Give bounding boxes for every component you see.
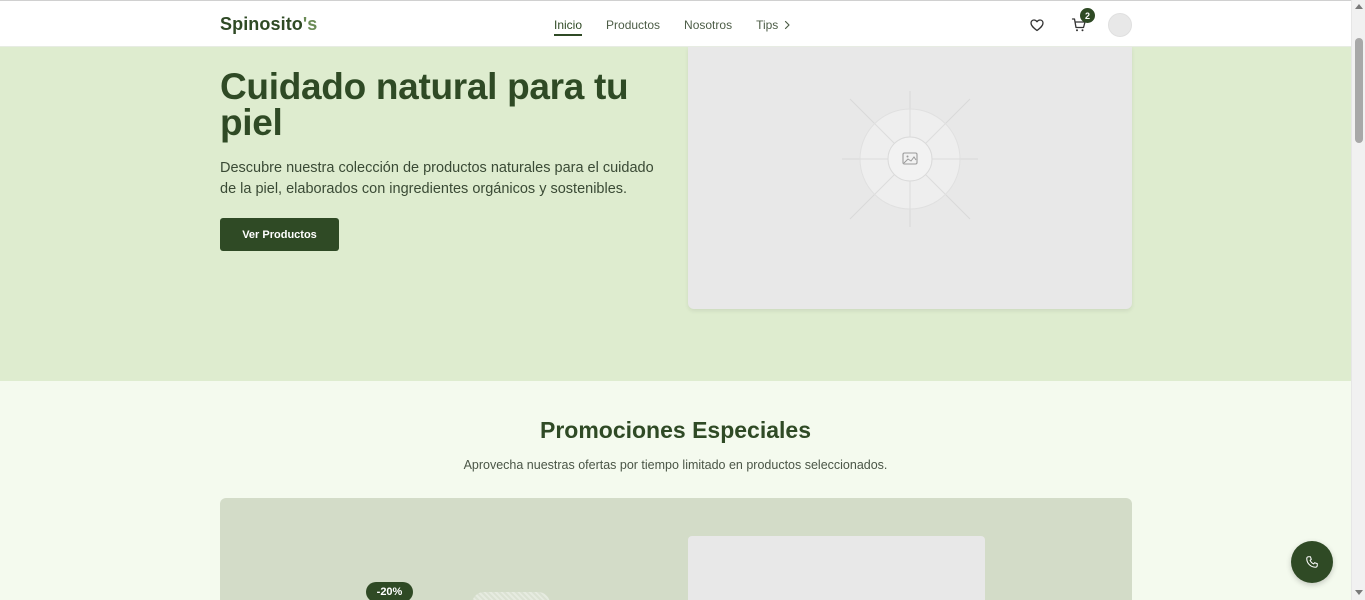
scroll-up-arrow[interactable] (1355, 4, 1363, 9)
promotions-title: Promociones Especiales (539, 417, 811, 443)
nav-item-productos[interactable]: Productos (606, 18, 660, 32)
main-nav: Inicio Productos Nosotros Tips (554, 18, 792, 36)
cart-button[interactable]: 2 (1068, 8, 1095, 36)
nav-label: Nosotros (684, 18, 733, 32)
image-placeholder-icon (842, 91, 978, 227)
promotions-subtitle: Aprovecha nuestras ofertas por tiempo li… (463, 458, 888, 472)
site-header: Spinosito's Inicio Productos Nosotros Ti… (0, 0, 1351, 47)
hero-description: Descubre nuestra colección de productos … (220, 160, 654, 197)
discount-badge: -20% (366, 582, 413, 600)
view-products-button[interactable]: Ver Productos (220, 218, 339, 251)
heart-icon (1030, 19, 1044, 32)
chevron-right-icon (785, 20, 790, 30)
logo-text: Spinosito (220, 14, 303, 34)
header-actions: 2 (1026, 8, 1132, 37)
contact-phone-button[interactable] (1291, 541, 1333, 583)
promotion-image (688, 536, 985, 600)
scroll-down-arrow[interactable] (1355, 590, 1363, 595)
phone-icon (1306, 556, 1318, 568)
avatar[interactable] (1108, 13, 1132, 37)
logo[interactable]: Spinosito's (220, 14, 317, 35)
cart-count-badge: 2 (1080, 8, 1095, 23)
product-image-placeholder (472, 592, 550, 600)
wishlist-button[interactable] (1026, 14, 1048, 36)
nav-item-nosotros[interactable]: Nosotros (684, 18, 732, 32)
nav-item-tips[interactable]: Tips (756, 18, 792, 32)
scrollbar-thumb[interactable] (1355, 38, 1363, 143)
nav-label: Inicio (554, 18, 583, 32)
hero-section: Cuidado natural para tu piel Descubre nu… (0, 47, 1351, 381)
page: Spinosito's Inicio Productos Nosotros Ti… (0, 0, 1351, 600)
hero-title: Cuidado natural para tu piel (220, 66, 629, 143)
hero-image (688, 47, 1132, 309)
vertical-scrollbar[interactable] (1351, 0, 1365, 600)
nav-label: Productos (606, 18, 661, 32)
nav-label: Tips (756, 18, 779, 32)
promotion-card[interactable]: -20% (220, 498, 1132, 600)
nav-item-inicio[interactable]: Inicio (554, 18, 583, 36)
logo-accent: 's (302, 14, 318, 34)
